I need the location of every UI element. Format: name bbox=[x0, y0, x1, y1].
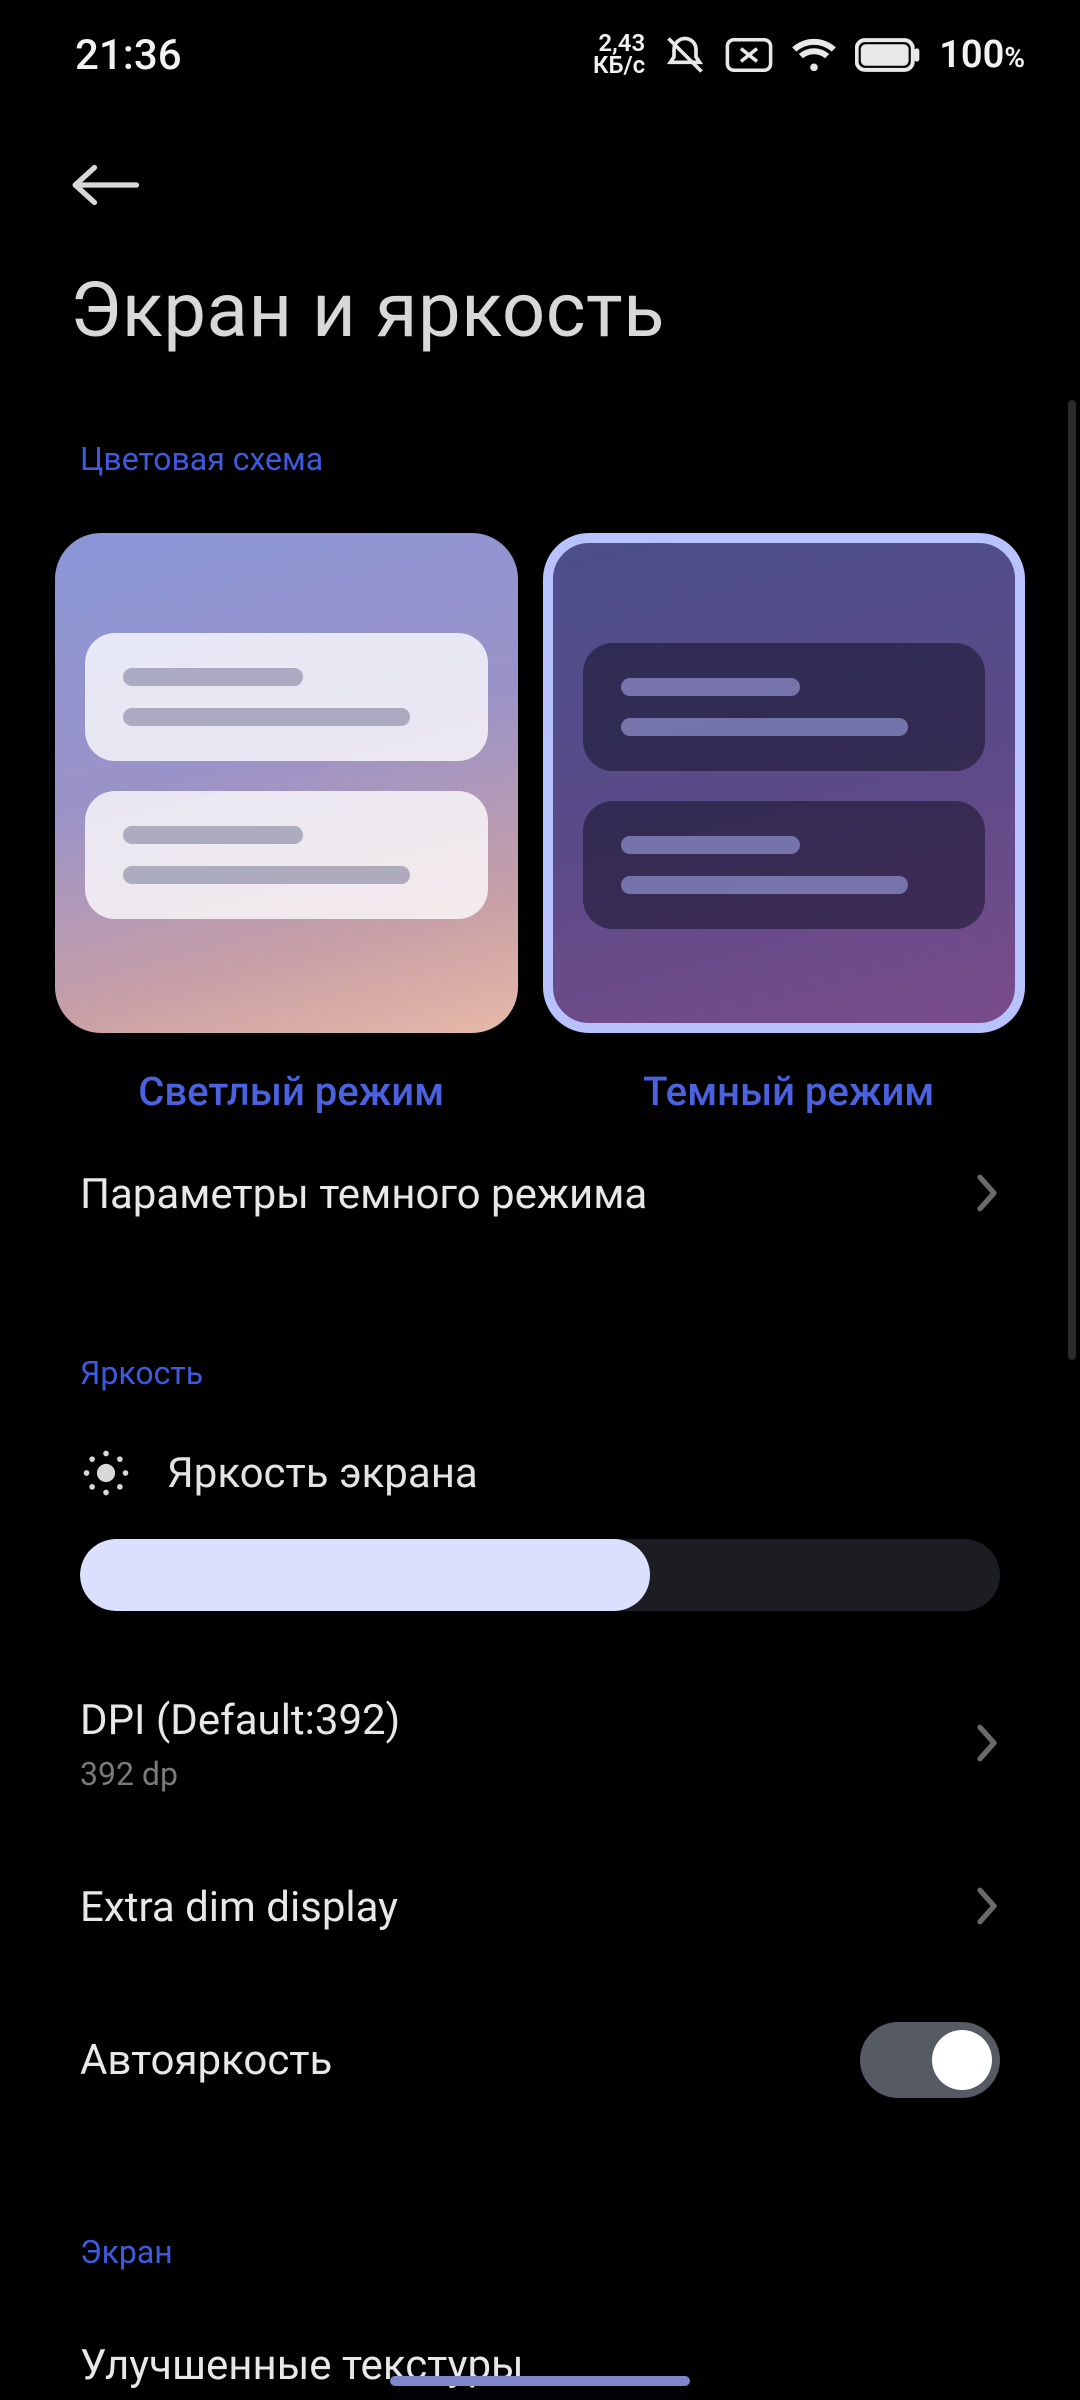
theme-label-dark: Темный режим bbox=[553, 1068, 1026, 1115]
scrollbar[interactable] bbox=[1068, 400, 1076, 1360]
section-screen: Экран bbox=[0, 2198, 1080, 2296]
no-sim-icon bbox=[725, 36, 773, 74]
network-speed: 2,43 КБ/с bbox=[593, 33, 645, 76]
theme-card-dark[interactable] bbox=[543, 533, 1026, 1033]
chevron-right-icon bbox=[974, 1172, 1000, 1218]
battery-icon bbox=[855, 38, 921, 72]
item-label: Extra dim display bbox=[80, 1883, 398, 1932]
toggle-knob bbox=[932, 2030, 992, 2090]
item-sublabel: Добавление в систему эффектов рендеринга… bbox=[0, 2394, 1080, 2400]
item-label: DPI (Default:392) bbox=[80, 1696, 400, 1745]
brightness-slider[interactable] bbox=[80, 1539, 1000, 1611]
chevron-right-icon bbox=[974, 1885, 1000, 1931]
navigation-pill[interactable] bbox=[390, 2376, 690, 2386]
section-brightness: Яркость bbox=[0, 1319, 1080, 1417]
item-sublabel: 392 dp bbox=[80, 1755, 400, 1793]
do-not-disturb-icon bbox=[663, 33, 707, 77]
brightness-label: Яркость экрана bbox=[167, 1449, 478, 1498]
item-auto-brightness[interactable]: Автояркость bbox=[0, 1977, 1080, 2143]
item-extra-dim[interactable]: Extra dim display bbox=[0, 1838, 1080, 1977]
sun-low-icon bbox=[80, 1447, 132, 1499]
status-right: 2,43 КБ/с 100% bbox=[593, 33, 1025, 77]
back-button[interactable] bbox=[70, 155, 160, 215]
item-label: Автояркость bbox=[80, 2036, 332, 2085]
wifi-icon bbox=[791, 36, 837, 74]
battery-percentage: 100% bbox=[939, 33, 1025, 77]
clock: 21:36 bbox=[75, 31, 182, 80]
brightness-header: Яркость экрана bbox=[0, 1417, 1080, 1524]
item-dark-mode-params[interactable]: Параметры темного режима bbox=[0, 1125, 1080, 1264]
theme-label-light: Светлый режим bbox=[55, 1068, 528, 1115]
theme-card-light[interactable] bbox=[55, 533, 518, 1033]
item-label: Параметры темного режима bbox=[80, 1170, 647, 1219]
brightness-slider-fill bbox=[80, 1539, 650, 1611]
status-bar: 21:36 2,43 КБ/с 100% bbox=[0, 0, 1080, 110]
section-color-scheme: Цветовая схема bbox=[0, 405, 1080, 503]
item-dpi[interactable]: DPI (Default:392) 392 dp bbox=[0, 1651, 1080, 1838]
page-title: Экран и яркость bbox=[0, 245, 1080, 405]
auto-brightness-toggle[interactable] bbox=[860, 2022, 1000, 2098]
chevron-right-icon bbox=[974, 1722, 1000, 1768]
